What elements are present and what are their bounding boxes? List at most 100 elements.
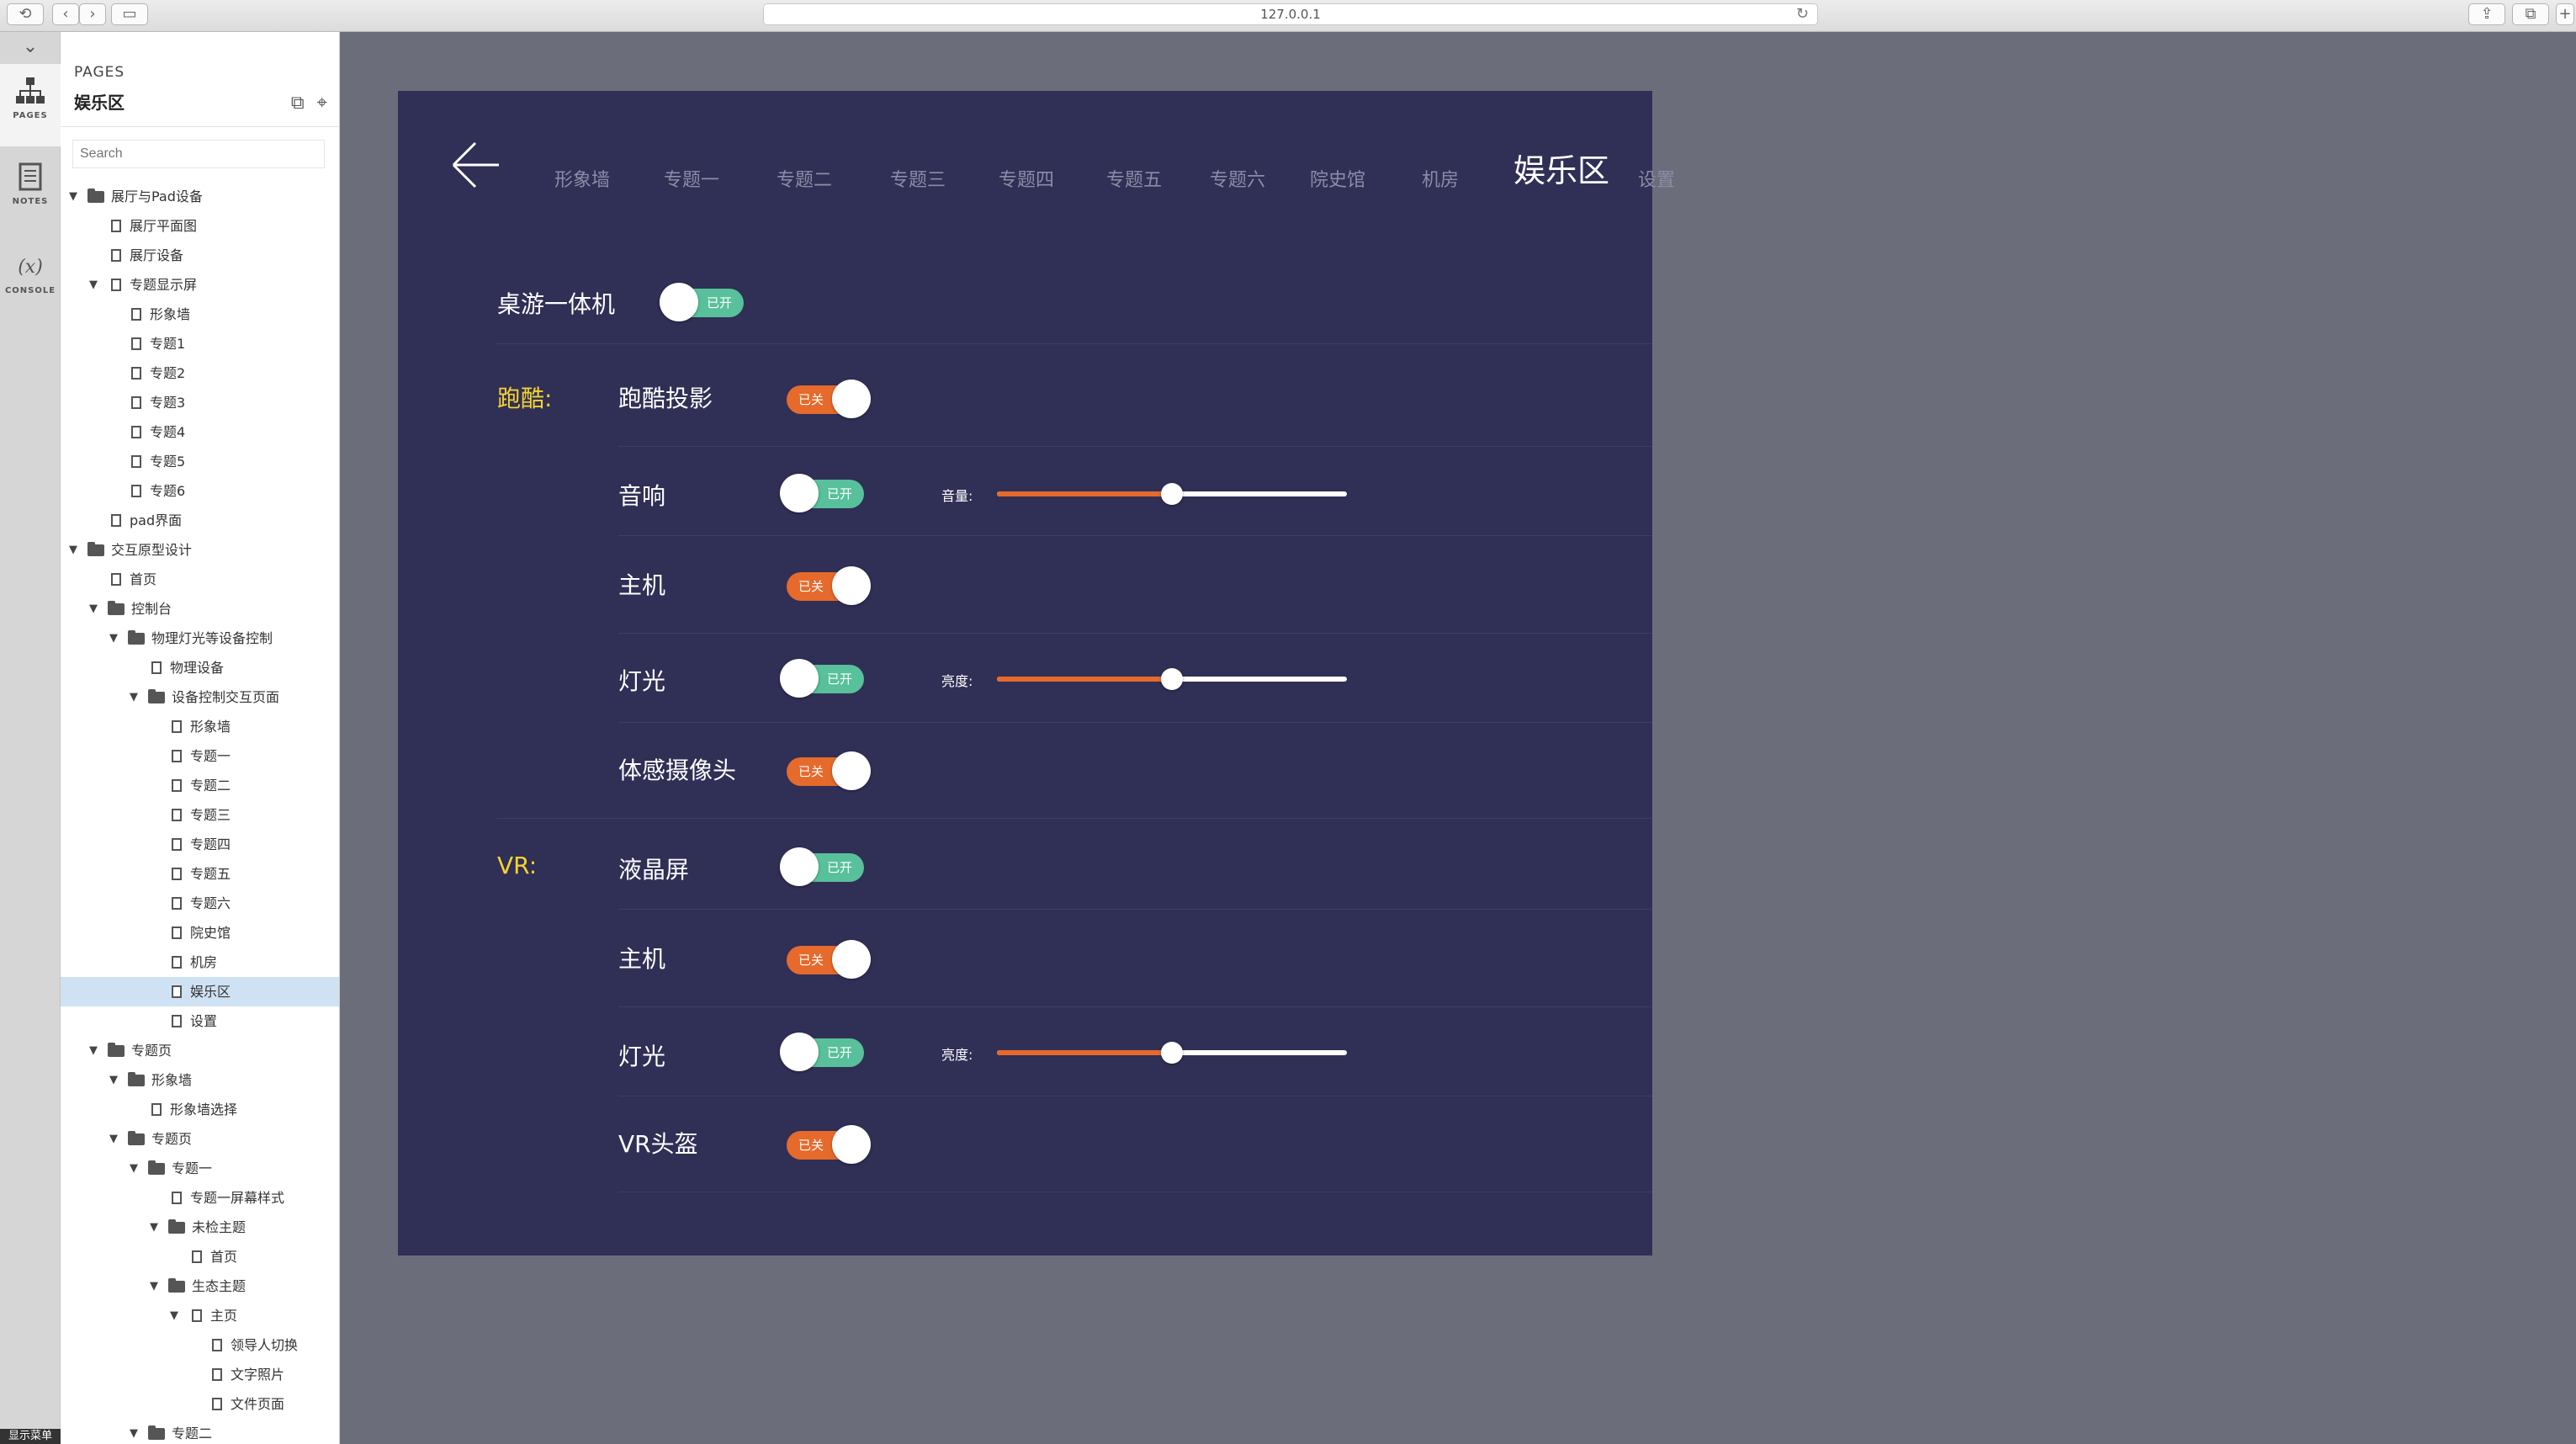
nav-item[interactable]: 专题四	[999, 165, 1054, 192]
device-toggle[interactable]: 已关	[787, 751, 871, 790]
nav-item[interactable]: 院史馆	[1310, 165, 1365, 192]
toggle-knob[interactable]	[832, 751, 871, 790]
expand-arrow-icon[interactable]: ▼	[69, 182, 77, 211]
tree-row[interactable]: ▼ 专题二	[61, 1419, 339, 1444]
tab-notes[interactable]: NOTES	[0, 150, 61, 232]
tabs-button[interactable]: ⧉	[2512, 3, 2549, 25]
tree-row[interactable]: ▼ 专题页	[61, 1036, 339, 1065]
tree-row[interactable]: 专题2	[61, 358, 339, 388]
toggle-knob[interactable]	[832, 380, 871, 418]
tree-row[interactable]: ▼ 设备控制交互页面	[61, 682, 339, 712]
back-button[interactable]: ‹	[52, 3, 79, 25]
tree-row[interactable]: 院史馆	[61, 918, 339, 948]
tree-row[interactable]: 形象墙	[61, 712, 339, 741]
locate-page-icon[interactable]: ⌖	[317, 93, 327, 114]
nav-item[interactable]: 娱乐区	[1513, 145, 1609, 191]
expand-arrow-icon[interactable]: ▼	[150, 1271, 158, 1301]
device-toggle[interactable]: 已开	[780, 847, 864, 886]
expand-arrow-icon[interactable]: ▼	[69, 535, 77, 565]
tree-row[interactable]: ▼ 生态主题	[61, 1271, 339, 1301]
toggle-knob[interactable]	[780, 847, 819, 886]
tree-row[interactable]: 专题四	[61, 830, 339, 859]
device-toggle[interactable]: 已开	[660, 283, 744, 321]
tree-row[interactable]: 形象墙选择	[61, 1095, 339, 1124]
tree-row[interactable]: 专题一屏幕样式	[61, 1183, 339, 1213]
tree-row[interactable]: 设置	[61, 1006, 339, 1036]
tree-row[interactable]: 形象墙	[61, 300, 339, 329]
toggle-knob[interactable]	[832, 940, 871, 979]
slider-thumb[interactable]	[1161, 1042, 1183, 1064]
chevron-down-icon[interactable]: ⌄	[15, 38, 45, 59]
expand-arrow-icon[interactable]: ▼	[89, 1036, 98, 1065]
tree-row[interactable]: ▼ 专题页	[61, 1124, 339, 1154]
expand-arrow-icon[interactable]: ▼	[150, 1213, 158, 1242]
slider-thumb[interactable]	[1161, 668, 1183, 690]
device-toggle[interactable]: 已关	[787, 380, 871, 418]
show-menu-label[interactable]: 显示菜单	[0, 1429, 61, 1444]
forward-button[interactable]: ›	[79, 3, 106, 25]
expand-arrow-icon[interactable]: ▼	[170, 1301, 178, 1330]
expand-arrow-icon[interactable]: ▼	[109, 1065, 118, 1095]
tree-row[interactable]: ▼ 交互原型设计	[61, 535, 339, 565]
tree-row[interactable]: 首页	[61, 1242, 339, 1271]
tree-row[interactable]: 物理设备	[61, 653, 339, 682]
tree-row[interactable]: 展厅设备	[61, 241, 339, 270]
device-toggle[interactable]: 已开	[780, 659, 864, 698]
search-input[interactable]	[72, 140, 325, 168]
tree-row[interactable]: 专题5	[61, 447, 339, 476]
nav-item[interactable]: 设置	[1638, 165, 1675, 192]
tree-row[interactable]: 文字照片	[61, 1360, 339, 1389]
device-toggle[interactable]: 已开	[780, 474, 864, 512]
device-toggle[interactable]: 已开	[780, 1033, 864, 1071]
toggle-knob[interactable]	[780, 474, 819, 512]
nav-item[interactable]: 专题一	[664, 165, 719, 192]
level-slider[interactable]	[997, 1042, 1347, 1064]
level-slider[interactable]	[997, 483, 1347, 505]
expand-arrow-icon[interactable]: ▼	[130, 682, 138, 712]
tree-row[interactable]: 娱乐区	[61, 977, 339, 1006]
tree-row[interactable]: 专题一	[61, 741, 339, 771]
tree-row[interactable]: pad界面	[61, 506, 339, 535]
expand-arrow-icon[interactable]: ▼	[89, 594, 98, 624]
tree-row[interactable]: 专题六	[61, 889, 339, 918]
tree-row[interactable]: ▼ 专题一	[61, 1154, 339, 1183]
tree-row[interactable]: ▼ 未检主题	[61, 1213, 339, 1242]
tree-row[interactable]: 机房	[61, 948, 339, 977]
tree-row[interactable]: 专题二	[61, 771, 339, 800]
tree-row[interactable]: 专题6	[61, 476, 339, 506]
tree-row[interactable]: 文件页面	[61, 1389, 339, 1419]
tree-row[interactable]: 专题1	[61, 329, 339, 358]
toggle-knob[interactable]	[660, 283, 698, 321]
tree-row[interactable]: 专题三	[61, 800, 339, 830]
tree-row[interactable]: ▼ 物理灯光等设备控制	[61, 624, 339, 653]
open-external-icon[interactable]: ⧉	[291, 93, 305, 114]
new-tab-button[interactable]: +	[2556, 3, 2574, 25]
nav-item[interactable]: 专题二	[777, 165, 832, 192]
toggle-knob[interactable]	[832, 566, 871, 605]
sidebar-toggle-button[interactable]: ▭	[111, 3, 148, 25]
slider-thumb[interactable]	[1161, 483, 1183, 505]
nav-item[interactable]: 机房	[1422, 165, 1459, 192]
history-button[interactable]: ⟲	[7, 3, 44, 25]
tree-row[interactable]: 首页	[61, 565, 339, 594]
tree-row[interactable]: 专题五	[61, 859, 339, 889]
nav-item[interactable]: 专题五	[1106, 165, 1162, 192]
expand-arrow-icon[interactable]: ▼	[109, 624, 118, 653]
expand-arrow-icon[interactable]: ▼	[130, 1419, 138, 1444]
back-arrow-icon[interactable]	[450, 140, 501, 190]
expand-arrow-icon[interactable]: ▼	[130, 1154, 138, 1183]
tree-row[interactable]: ▼ 形象墙	[61, 1065, 339, 1095]
tree-row[interactable]: 领导人切换	[61, 1330, 339, 1360]
device-toggle[interactable]: 已关	[787, 566, 871, 605]
tree-row[interactable]: ▼ 主页	[61, 1301, 339, 1330]
tree-row[interactable]: ▼ 专题显示屏	[61, 270, 339, 300]
tab-console[interactable]: (x) CONSOLE	[0, 239, 61, 321]
address-bar[interactable]: 127.0.0.1 ↻	[763, 3, 1818, 25]
tree-row[interactable]: ▼ 展厅与Pad设备	[61, 182, 339, 211]
tree-row[interactable]: ▼ 控制台	[61, 594, 339, 624]
nav-item[interactable]: 形象墙	[554, 165, 610, 192]
tree-row[interactable]: 专题4	[61, 417, 339, 447]
nav-item[interactable]: 专题六	[1210, 165, 1265, 192]
expand-arrow-icon[interactable]: ▼	[89, 270, 98, 300]
share-button[interactable]: ⇪	[2468, 3, 2505, 25]
